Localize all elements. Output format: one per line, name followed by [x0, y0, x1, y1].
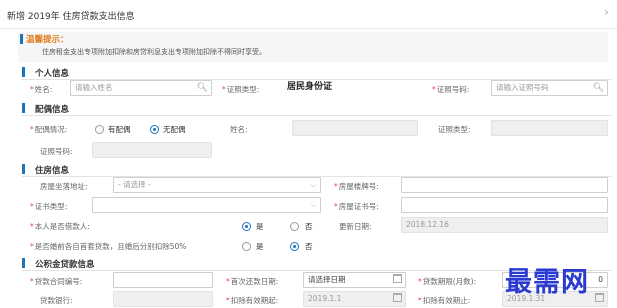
dialog-title: 新增 2019年 住房贷款支出信息	[7, 12, 135, 22]
house-cert-type-select[interactable]: ⌵	[92, 197, 321, 213]
spouse-cert-type-label: 证照类型:	[438, 125, 471, 134]
watermark-logo: 最需网	[505, 267, 589, 298]
building-no-input[interactable]	[401, 177, 608, 193]
premarital-label: *是否婚前各自首套贷款，且婚后分别扣除50%	[30, 242, 187, 251]
radio-premarital-yes[interactable]	[242, 242, 251, 251]
valid-from-label: *扣除有效期起:	[226, 296, 279, 305]
valid-to-label: *扣除有效期止:	[418, 296, 471, 305]
tip-marker	[20, 34, 23, 44]
search-icon[interactable]: 🔍︎	[197, 81, 208, 95]
address-label: 房屋坐落地址:	[40, 182, 88, 191]
section-marker	[22, 258, 25, 268]
first-repay-label: *首次还款日期:	[226, 277, 279, 286]
bank-input[interactable]	[113, 291, 213, 307]
cert-no-label: *证照号码:	[432, 85, 470, 94]
section-divider	[22, 115, 612, 116]
search-icon[interactable]: 🔍︎	[593, 81, 604, 95]
valid-from-date-picker[interactable]: 2019.1.1	[303, 291, 406, 307]
update-date-label: 更新日期:	[339, 222, 372, 231]
spouse-cert-no-label: 证照号码:	[40, 147, 73, 156]
calendar-icon[interactable]	[393, 274, 402, 283]
radio-has-spouse[interactable]	[95, 125, 104, 134]
section-marker	[22, 67, 25, 77]
radio-premarital-no[interactable]	[290, 242, 299, 251]
spouse-status-label: *配偶情况:	[30, 125, 68, 134]
chevron-down-icon: ⌵	[310, 201, 316, 209]
spouse-cert-type-select[interactable]	[491, 120, 608, 136]
spouse-name-label: 姓名:	[230, 125, 248, 134]
section-title-spouse: 配偶信息	[35, 105, 70, 115]
first-repay-date-picker[interactable]: 请选择日期	[303, 272, 406, 288]
header-divider	[0, 28, 617, 29]
cert-no-input[interactable]: 请输入证照号码 🔍︎	[491, 80, 608, 96]
tip-text: 住房租金支出专项附加扣除和房贷利息支出专项附加扣除不得同时享受。	[42, 48, 266, 56]
section-title-personal: 个人信息	[35, 69, 70, 79]
spouse-name-input[interactable]	[292, 120, 418, 136]
loan-term-label: *贷款期限(月数):	[418, 277, 477, 286]
radio-no-spouse-label: 无配偶	[163, 125, 186, 134]
contract-no-label: *贷款合同编号:	[30, 277, 83, 286]
house-cert-no-label: *房屋证书号:	[334, 202, 379, 211]
name-label: *姓名:	[30, 85, 53, 94]
radio-premarital-no-label: 否	[305, 242, 313, 251]
section-marker	[22, 103, 25, 113]
chevron-down-icon: ⌵	[310, 181, 316, 189]
cert-type-select[interactable]: 居民身份证	[283, 80, 418, 96]
building-no-label: *房屋楼牌号:	[334, 182, 379, 191]
cert-type-label: *证照类型:	[222, 85, 260, 94]
house-cert-type-label: *证书类型:	[30, 202, 68, 211]
section-marker	[22, 164, 25, 174]
tip-title: 温馨提示：	[26, 35, 69, 45]
name-input[interactable]: 请输入姓名 🔍︎	[70, 80, 212, 96]
section-title-housing: 住房信息	[35, 166, 70, 176]
radio-borrower-no-label: 否	[305, 222, 313, 231]
spouse-cert-no-input[interactable]	[92, 142, 212, 158]
radio-premarital-yes-label: 是	[256, 242, 264, 251]
radio-no-spouse[interactable]	[150, 125, 159, 134]
bank-label: 贷款银行:	[40, 296, 73, 305]
close-icon[interactable]: ›	[604, 5, 609, 19]
update-date-field: 2018.12.16	[401, 217, 608, 233]
house-cert-no-input[interactable]	[401, 197, 608, 213]
radio-borrower-no[interactable]	[290, 222, 299, 231]
section-title-loan: 公积金贷款信息	[35, 260, 95, 270]
radio-borrower-yes[interactable]	[242, 222, 251, 231]
calendar-icon[interactable]	[595, 293, 604, 302]
radio-borrower-yes-label: 是	[256, 222, 264, 231]
radio-has-spouse-label: 有配偶	[108, 125, 131, 134]
borrower-label: *本人是否借款人:	[30, 222, 90, 231]
contract-no-input[interactable]	[113, 272, 213, 288]
address-select[interactable]: - 请选择 - ⌵	[113, 177, 321, 193]
calendar-icon[interactable]	[393, 293, 402, 302]
